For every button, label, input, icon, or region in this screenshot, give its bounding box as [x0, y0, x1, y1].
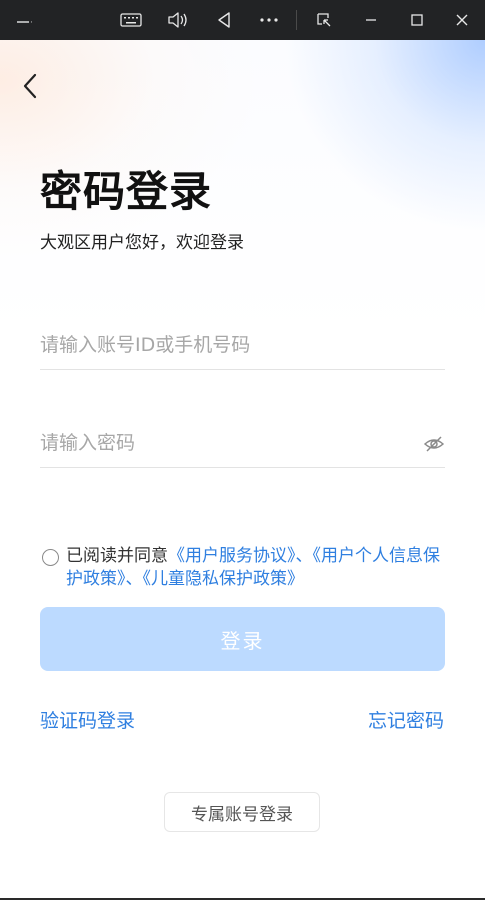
account-input[interactable]: [40, 325, 400, 365]
back-arrow-icon[interactable]: [18, 72, 44, 100]
more-icon[interactable]: [256, 8, 282, 32]
eye-hidden-icon[interactable]: [423, 433, 445, 455]
agreement-prefix: 已阅读并同意: [66, 546, 168, 566]
children-policy-link[interactable]: 《儿童隐私保护政策》: [143, 569, 305, 589]
window-titlebar: ·: [0, 0, 485, 40]
window-bottom-edge: [0, 898, 485, 900]
maximize-icon[interactable]: [404, 8, 430, 32]
close-icon[interactable]: [449, 8, 475, 32]
agreement-checkbox[interactable]: [42, 549, 59, 566]
titlebar-divider: [296, 10, 297, 30]
account-field: [40, 325, 445, 370]
exclusive-account-login-button[interactable]: 专属账号登录: [164, 792, 320, 832]
sms-login-link[interactable]: 验证码登录: [40, 706, 135, 733]
password-field: [40, 423, 445, 468]
keyboard-icon[interactable]: [118, 8, 144, 32]
login-page: 密码登录 大观区用户您好，欢迎登录 已阅读并同意《用户服务协议》、《用户个人信息…: [0, 40, 485, 903]
page-subtitle: 大观区用户您好，欢迎登录: [40, 233, 244, 253]
agreement-text: 已阅读并同意《用户服务协议》、《用户个人信息保护政策》、《儿童隐私保护政策》: [66, 545, 450, 591]
svg-text:·: ·: [30, 18, 33, 27]
agreement-separator: 、: [125, 569, 143, 589]
user-agreement-link[interactable]: 《用户服务协议》: [168, 546, 296, 566]
window-snap-icon[interactable]: [311, 8, 337, 32]
password-input[interactable]: [40, 423, 400, 463]
login-button[interactable]: 登录: [40, 607, 445, 671]
app-icon: ·: [14, 8, 40, 32]
forgot-password-link[interactable]: 忘记密码: [368, 706, 444, 733]
back-triangle-icon[interactable]: [211, 8, 237, 32]
page-title: 密码登录: [40, 167, 213, 216]
minimize-icon[interactable]: [358, 8, 384, 32]
agreement-separator: 、: [295, 546, 313, 566]
volume-icon[interactable]: [165, 8, 191, 32]
